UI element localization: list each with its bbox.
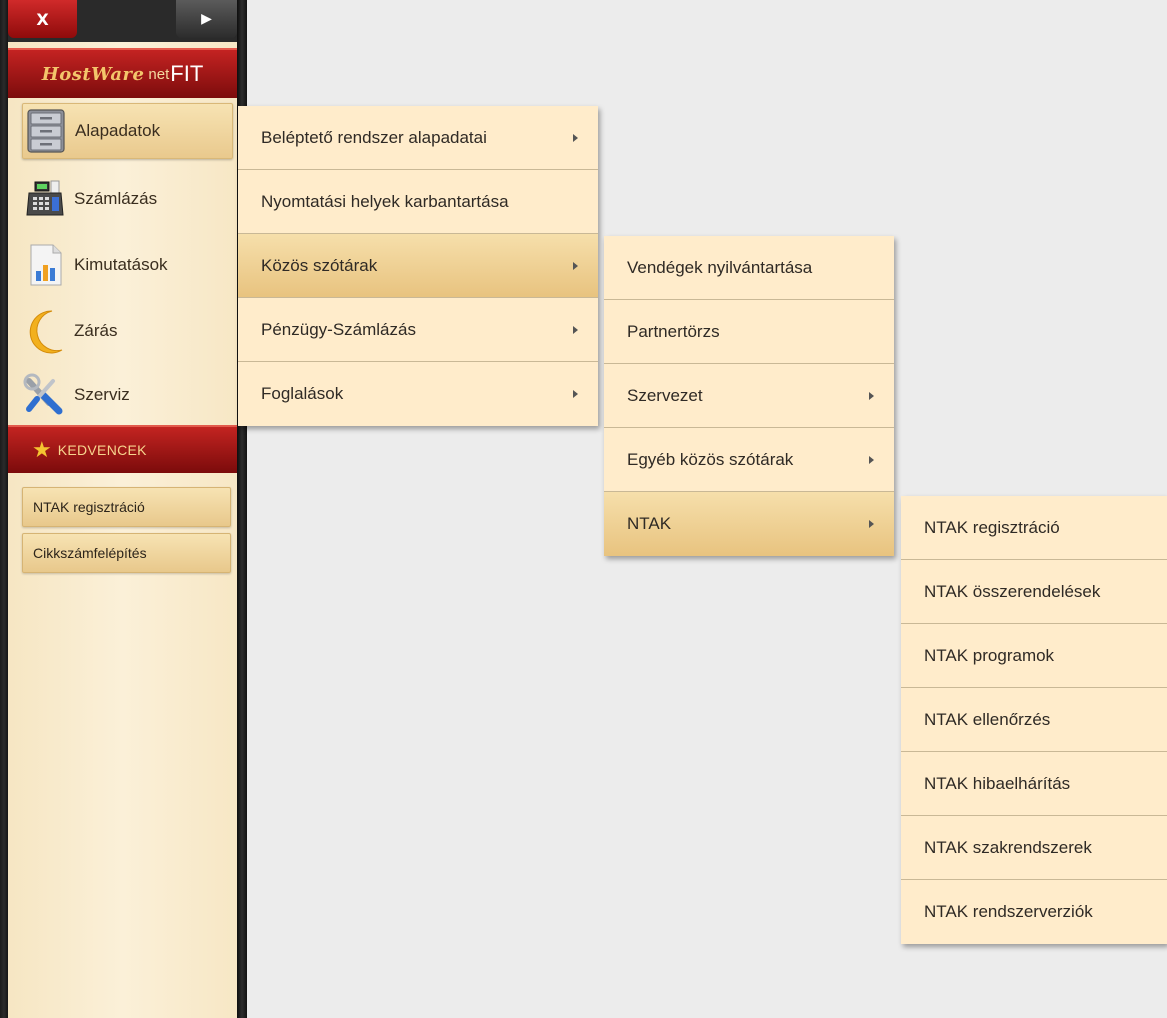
menu-item-foglalasok[interactable]: Foglalások bbox=[238, 362, 598, 426]
menu-item-egyeb-szotarak[interactable]: Egyéb közös szótárak bbox=[604, 428, 894, 492]
menu-item-ntak-regisztracio[interactable]: NTAK regisztráció bbox=[901, 496, 1167, 560]
window-topbar: X ▶ bbox=[8, 0, 237, 42]
menu-item-label: Beléptető rendszer alapadatai bbox=[261, 127, 487, 147]
menu-item-kozos-szotarak[interactable]: Közös szótárak bbox=[238, 234, 598, 298]
menu-item-label: Nyomtatási helyek karbantartása bbox=[261, 191, 509, 211]
sidebar-item-szerviz[interactable]: Szerviz bbox=[8, 367, 237, 423]
logo-brand: HostWare bbox=[41, 63, 145, 85]
menu-item-ntak-ellenorzes[interactable]: NTAK ellenőrzés bbox=[901, 688, 1167, 752]
submenu-kozos-szotarak: Vendégek nyilvántartása Partnertörzs Sze… bbox=[604, 236, 894, 556]
submenu-alapadatok: Beléptető rendszer alapadatai Nyomtatási… bbox=[238, 106, 598, 426]
menu-item-label: Egyéb közös szótárak bbox=[627, 449, 794, 469]
menu-item-label: NTAK bbox=[627, 514, 672, 533]
sidebar-item-label: Számlázás bbox=[74, 189, 158, 208]
report-chart-icon bbox=[22, 242, 68, 288]
star-icon: ★ bbox=[32, 437, 52, 463]
menu-item-szervezet[interactable]: Szervezet bbox=[604, 364, 894, 428]
expand-button[interactable]: ▶ bbox=[176, 0, 237, 38]
menu-item-partnertorzs[interactable]: Partnertörzs bbox=[604, 300, 894, 364]
menu-item-ntak-rendszerverziok[interactable]: NTAK rendszerverziók bbox=[901, 880, 1167, 944]
menu-item-ntak[interactable]: NTAK bbox=[604, 492, 894, 556]
chevron-right-icon bbox=[869, 455, 874, 464]
sidebar: X ▶ HostWare net FIT Alapadatok Számlázá… bbox=[0, 0, 247, 1018]
sidebar-item-label: Zárás bbox=[74, 321, 118, 340]
menu-item-ntak-hibaelharitas[interactable]: NTAK hibaelhárítás bbox=[901, 752, 1167, 816]
menu-item-label: Foglalások bbox=[261, 384, 344, 403]
sidebar-item-label: Szerviz bbox=[74, 385, 130, 404]
chevron-right-icon bbox=[573, 390, 578, 398]
menu-item-ntak-osszerendelesek[interactable]: NTAK összerendelések bbox=[901, 560, 1167, 624]
menu-item-ntak-szakrendszerek[interactable]: NTAK szakrendszerek bbox=[901, 816, 1167, 880]
app-logo: HostWare net FIT bbox=[8, 48, 237, 98]
close-button[interactable]: X bbox=[8, 0, 77, 38]
menu-item-label: Szervezet bbox=[627, 385, 703, 405]
cabinet-icon bbox=[23, 108, 69, 154]
chevron-right-icon bbox=[869, 391, 874, 400]
menu-item-label: Közös szótárak bbox=[261, 255, 378, 275]
tools-icon bbox=[22, 372, 68, 418]
logo-net: net bbox=[148, 65, 170, 83]
moon-icon bbox=[22, 308, 68, 354]
chevron-right-icon bbox=[573, 133, 578, 142]
menu-item-label: Partnertörzs bbox=[627, 321, 720, 341]
favorites-title: KEDVENCEK bbox=[57, 442, 147, 458]
menu-item-vendegek[interactable]: Vendégek nyilvántartása bbox=[604, 236, 894, 300]
menu-item-penzugy-szamlazas[interactable]: Pénzügy-Számlázás bbox=[238, 298, 598, 362]
cash-register-icon bbox=[22, 176, 68, 222]
menu-item-label: Pénzügy-Számlázás bbox=[261, 319, 416, 339]
favorites-header: ★ KEDVENCEK bbox=[8, 425, 237, 473]
menu-item-label: Vendégek nyilvántartása bbox=[627, 257, 813, 277]
sidebar-item-szamlazas[interactable]: Számlázás bbox=[8, 171, 237, 227]
sidebar-item-zaras[interactable]: Zárás bbox=[8, 303, 237, 359]
menu-item-nyomtatasi-helyek[interactable]: Nyomtatási helyek karbantartása bbox=[238, 170, 598, 234]
chevron-right-icon bbox=[573, 325, 578, 334]
logo-fit: FIT bbox=[170, 61, 204, 86]
chevron-right-icon bbox=[573, 261, 578, 270]
favorite-item[interactable]: NTAK regisztráció bbox=[22, 487, 231, 527]
favorite-item[interactable]: Cikkszámfelépítés bbox=[22, 533, 231, 573]
sidebar-item-label: Kimutatások bbox=[74, 255, 168, 274]
submenu-ntak: NTAK regisztráció NTAK összerendelések N… bbox=[901, 496, 1167, 944]
sidebar-item-alapadatok[interactable]: Alapadatok bbox=[22, 103, 233, 159]
sidebar-item-label: Alapadatok bbox=[75, 121, 161, 140]
menu-item-ntak-programok[interactable]: NTAK programok bbox=[901, 624, 1167, 688]
menu-item-beleptetorendszer[interactable]: Beléptető rendszer alapadatai bbox=[238, 106, 598, 170]
sidebar-item-kimutatasok[interactable]: Kimutatások bbox=[8, 237, 237, 293]
chevron-right-icon bbox=[869, 520, 874, 528]
